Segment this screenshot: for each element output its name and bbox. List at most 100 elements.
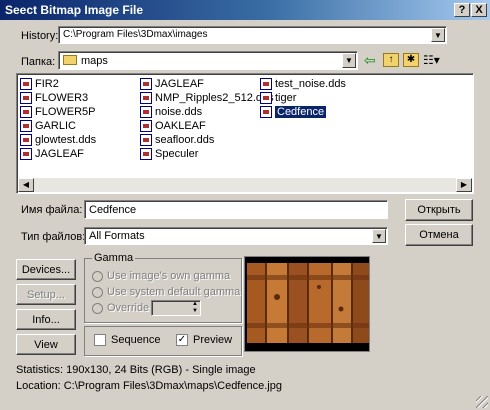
scroll-left-button[interactable]: ◀: [18, 178, 34, 192]
file-name: FLOWER3: [35, 92, 89, 104]
image-file-icon: [20, 120, 32, 132]
list-item[interactable]: glowtest.dds: [20, 133, 96, 147]
gamma-legend: Gamma: [92, 252, 136, 264]
folder-icon: [63, 55, 77, 65]
image-file-icon: [20, 78, 32, 90]
gamma-override-radio[interactable]: Override: [92, 302, 149, 314]
gamma-system-label: Use system default gamma: [107, 286, 241, 298]
wood-fence-image: [245, 257, 369, 351]
preview-image: [244, 256, 370, 352]
close-button[interactable]: X: [471, 3, 487, 17]
file-name: JAGLEAF: [155, 78, 204, 90]
filetype-dropdown[interactable]: All Formats ▼: [84, 227, 388, 245]
scroll-right-button[interactable]: ▶: [456, 178, 472, 192]
list-item-selected[interactable]: Cedfence: [260, 105, 346, 119]
view-menu-icon[interactable]: ☷▾: [423, 53, 443, 67]
file-column-3: test_noise.dds tiger Cedfence: [260, 77, 346, 119]
file-name: noise.dds: [155, 106, 203, 118]
file-name: GARLIC: [35, 120, 76, 132]
view-button[interactable]: View: [16, 334, 76, 355]
file-name: NMP_Ripples2_512.dds: [155, 92, 274, 104]
file-column-1: FIR2 FLOWER3 FLOWER5P GARLIC glowtest.dd…: [20, 77, 96, 161]
gamma-own-radio[interactable]: Use image's own gamma: [92, 270, 230, 282]
list-item[interactable]: FLOWER5P: [20, 105, 96, 119]
location-text: Location: C:\Program Files\3Dmax\maps\Ce…: [16, 380, 282, 392]
sequence-checkbox[interactable]: Sequence: [94, 334, 161, 346]
file-list[interactable]: FIR2 FLOWER3 FLOWER5P GARLIC glowtest.dd…: [16, 73, 474, 194]
list-item[interactable]: Speculer: [140, 147, 274, 161]
file-column-2: JAGLEAF NMP_Ripples2_512.dds noise.dds O…: [140, 77, 274, 161]
list-item[interactable]: NMP_Ripples2_512.dds: [140, 91, 274, 105]
window-title: Seect Bitmap Image File: [5, 3, 144, 17]
new-folder-icon[interactable]: ✱: [403, 53, 419, 67]
image-file-icon: [260, 92, 272, 104]
image-file-icon: [140, 92, 152, 104]
list-item[interactable]: OAKLEAF: [140, 119, 274, 133]
folder-dropdown[interactable]: maps ▼: [58, 51, 358, 70]
history-dropdown[interactable]: C:\Program Files\3Dmax\images ▼: [58, 26, 447, 44]
preview-checkbox[interactable]: ✓ Preview: [176, 334, 232, 346]
image-file-icon: [20, 106, 32, 118]
chevron-down-icon[interactable]: ▼: [372, 229, 386, 243]
chevron-down-icon[interactable]: ▼: [342, 53, 356, 68]
file-name: OAKLEAF: [155, 120, 206, 132]
preview-label: Preview: [193, 334, 233, 346]
horizontal-scrollbar[interactable]: ◀ ▶: [18, 178, 472, 192]
back-arrow-icon[interactable]: ⇦: [364, 53, 380, 67]
image-file-icon: [260, 78, 272, 90]
list-item[interactable]: tiger: [260, 91, 346, 105]
history-label: History:: [21, 30, 59, 42]
image-file-icon: [140, 106, 152, 118]
folder-label: Папка:: [21, 56, 56, 68]
file-name: FLOWER5P: [35, 106, 96, 118]
checkbox-checked-icon: ✓: [176, 334, 188, 346]
devices-button[interactable]: Devices...: [16, 259, 76, 280]
spinner-icon[interactable]: ▲ ▼: [190, 301, 200, 315]
help-button[interactable]: ?: [454, 3, 470, 17]
filename-input[interactable]: Cedfence: [84, 200, 388, 219]
checkbox-icon: [94, 334, 106, 346]
override-value-input[interactable]: ▲ ▼: [151, 300, 201, 316]
list-item[interactable]: JAGLEAF: [140, 77, 274, 91]
filename-label: Имя файла:: [21, 204, 83, 216]
info-button[interactable]: Info...: [16, 309, 76, 330]
file-name: seafloor.dds: [155, 134, 215, 146]
file-name: Speculer: [155, 148, 199, 160]
radio-icon: [92, 286, 103, 298]
file-name: JAGLEAF: [35, 148, 84, 160]
gamma-system-radio[interactable]: Use system default gamma: [92, 286, 240, 298]
list-item[interactable]: noise.dds: [140, 105, 274, 119]
list-item[interactable]: test_noise.dds: [260, 77, 346, 91]
file-name: Cedfence: [275, 106, 327, 118]
resize-grip-icon[interactable]: [476, 396, 488, 408]
image-file-icon: [20, 134, 32, 146]
sequence-label: Sequence: [111, 334, 161, 346]
open-button[interactable]: Открыть: [405, 199, 473, 221]
radio-icon: [92, 302, 103, 314]
gamma-override-label: Override: [107, 302, 150, 314]
filetype-value: All Formats: [89, 230, 145, 242]
list-item[interactable]: JAGLEAF: [20, 147, 96, 161]
list-item[interactable]: FIR2: [20, 77, 96, 91]
chevron-down-icon[interactable]: ▼: [431, 28, 445, 42]
setup-button[interactable]: Setup...: [16, 284, 76, 305]
radio-icon: [92, 270, 103, 282]
cancel-button[interactable]: Отмена: [405, 224, 473, 246]
list-item[interactable]: seafloor.dds: [140, 133, 274, 147]
image-file-icon: [140, 148, 152, 160]
image-file-icon: [20, 148, 32, 160]
image-file-icon: [260, 106, 272, 118]
filename-value: Cedfence: [89, 204, 137, 216]
file-name: tiger: [275, 92, 297, 104]
list-item[interactable]: GARLIC: [20, 119, 96, 133]
filetype-label: Тип файлов:: [21, 231, 86, 243]
up-folder-icon[interactable]: ↑: [383, 53, 399, 67]
image-file-icon: [140, 120, 152, 132]
file-name: glowtest.dds: [35, 134, 97, 146]
folder-value: maps: [81, 55, 108, 67]
statistics-text: Statistics: 190x130, 24 Bits (RGB) - Sin…: [16, 364, 256, 376]
file-name: test_noise.dds: [275, 78, 346, 90]
image-file-icon: [140, 134, 152, 146]
list-item[interactable]: FLOWER3: [20, 91, 96, 105]
image-file-icon: [140, 78, 152, 90]
